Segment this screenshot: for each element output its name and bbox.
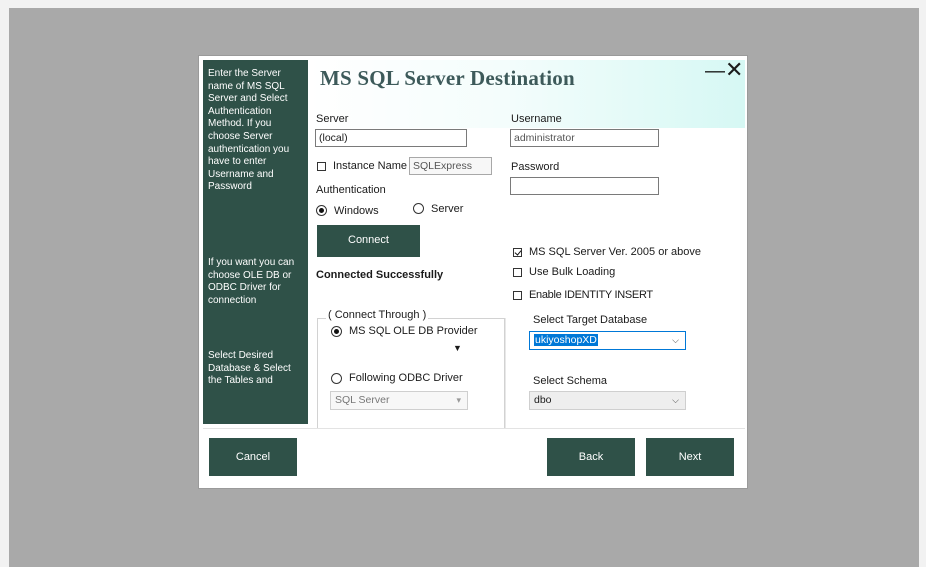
- bulk-loading-label: Use Bulk Loading: [529, 266, 616, 278]
- connect-button[interactable]: Connect: [317, 225, 420, 257]
- sql-2005-label: MS SQL Server Ver. 2005 or above: [529, 246, 702, 258]
- oledb-provider-label: MS SQL OLE DB Provider: [349, 325, 478, 337]
- windows-auth-radio[interactable]: [316, 205, 327, 216]
- chevron-down-icon: ⌵: [672, 335, 679, 345]
- authentication-label: Authentication: [316, 184, 386, 196]
- schema-select[interactable]: dbo ⌵: [529, 391, 686, 410]
- window-frame-right: [919, 0, 926, 567]
- close-button[interactable]: ✕: [725, 59, 743, 81]
- connect-through-legend: ( Connect Through ): [326, 309, 429, 321]
- server-label: Server: [316, 113, 349, 125]
- instructions-sidebar: Enter the Server name of MS SQL Server a…: [203, 60, 308, 424]
- target-database-value: ukiyoshopXD: [534, 334, 598, 346]
- username-label: Username: [511, 113, 562, 125]
- server-auth-label: Server: [431, 203, 464, 215]
- cancel-button[interactable]: Cancel: [209, 438, 297, 476]
- back-button[interactable]: Back: [547, 438, 635, 476]
- schema-value: dbo: [534, 394, 552, 406]
- dialog-title: MS SQL Server Destination: [320, 66, 575, 90]
- bulk-loading-checkbox[interactable]: [513, 268, 522, 277]
- server-input[interactable]: (local): [315, 129, 467, 147]
- odbc-driver-label: Following ODBC Driver: [349, 372, 463, 384]
- identity-insert-label: Enable IDENTITY INSERT: [529, 289, 653, 301]
- windows-auth-label: Windows: [334, 205, 379, 217]
- target-database-label: Select Target Database: [533, 314, 648, 326]
- window-frame-top: [0, 0, 926, 8]
- identity-insert-checkbox[interactable]: [513, 291, 522, 300]
- instance-name-label: Instance Name: [333, 160, 407, 172]
- footer-divider: [203, 428, 745, 429]
- sidebar-step-driver: If you want you can choose OLE DB or ODB…: [208, 257, 295, 306]
- sidebar-step-database: Select Desired Database & Select the Tab…: [208, 350, 291, 387]
- username-input[interactable]: administrator: [510, 129, 659, 147]
- sql-2005-checkbox[interactable]: [513, 248, 522, 257]
- odbc-driver-select[interactable]: SQL Server ▾: [330, 391, 468, 410]
- schema-label: Select Schema: [533, 375, 607, 387]
- ms-sql-destination-dialog: Enter the Server name of MS SQL Server a…: [198, 55, 748, 489]
- instance-name-checkbox[interactable]: [317, 162, 326, 171]
- group-divider: [505, 318, 506, 428]
- server-auth-radio[interactable]: [413, 203, 424, 214]
- oledb-dropdown-arrow-icon[interactable]: ▼: [453, 343, 462, 353]
- odbc-driver-value: SQL Server: [335, 394, 390, 406]
- instance-name-input[interactable]: SQLExpress: [409, 157, 492, 175]
- password-input[interactable]: [510, 177, 659, 195]
- next-button[interactable]: Next: [646, 438, 734, 476]
- chevron-down-icon: ⌵: [672, 395, 679, 405]
- connection-status: Connected Successfully: [316, 269, 444, 281]
- minimize-button[interactable]: —: [705, 60, 725, 82]
- password-label: Password: [511, 161, 560, 173]
- oledb-provider-radio[interactable]: [331, 326, 342, 337]
- chevron-down-icon: ▾: [456, 395, 461, 405]
- odbc-driver-radio[interactable]: [331, 373, 342, 384]
- window-frame-left: [0, 0, 9, 567]
- sidebar-step-server: Enter the Server name of MS SQL Server a…: [208, 68, 290, 193]
- target-database-select[interactable]: ukiyoshopXD ⌵: [529, 331, 686, 350]
